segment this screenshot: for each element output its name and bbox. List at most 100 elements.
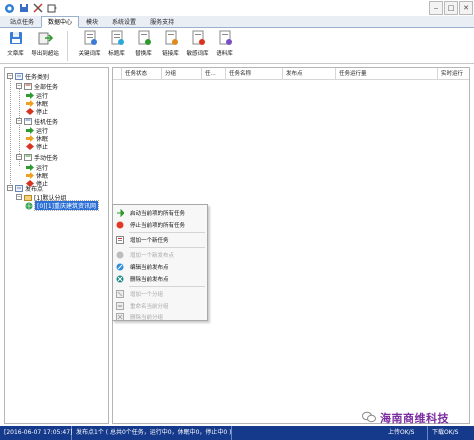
stop-arrow-icon <box>26 142 34 150</box>
grid-col-run-count[interactable]: 任务运行量 <box>335 68 437 80</box>
menu-add-publish-point[interactable]: 增加一个新发布点 <box>113 249 207 260</box>
add-group-icon <box>116 289 124 298</box>
keyword-db-icon <box>82 30 98 46</box>
replace-db-icon <box>136 30 152 46</box>
grid-col-select[interactable] <box>113 68 121 80</box>
status-upload: 上传OK/S <box>384 426 428 440</box>
link-db-button[interactable]: 链接库 <box>157 28 184 64</box>
tree-node-selected-site[interactable]: [0][1]重庆建筑资讯网 <box>25 199 99 211</box>
window-icon[interactable] <box>46 3 57 14</box>
title-bar: ‒ □ ✕ <box>0 0 474 16</box>
close-button[interactable]: ✕ <box>459 1 473 15</box>
sensitive-db-button[interactable]: 敏感词库 <box>184 28 211 64</box>
keyword-db-button[interactable]: 关键词库 <box>76 28 103 64</box>
menu-delete-group[interactable]: 删除当前分组 <box>113 311 207 322</box>
tools-icon[interactable] <box>32 3 43 14</box>
grid-col-group[interactable]: 分组 <box>161 68 201 80</box>
tree-node-publish-root[interactable]: − 发布点 <box>7 184 43 193</box>
article-db-icon <box>8 30 24 46</box>
tree-node-hang-stop[interactable]: 停止 <box>26 142 48 151</box>
run-arrow-icon <box>26 126 34 134</box>
corpus-db-icon <box>217 30 233 46</box>
status-time: [2016-06-07 17:05:47] <box>0 426 72 440</box>
article-db-button[interactable]: 文章库 <box>2 28 29 64</box>
task-folder-icon <box>24 117 32 125</box>
menu-separator <box>129 247 205 248</box>
collapse-toggle-icon[interactable]: − <box>16 118 22 124</box>
tree-node-task-category[interactable]: − 任务类别 <box>7 72 49 81</box>
maximize-button[interactable]: □ <box>444 1 458 15</box>
link-db-icon <box>163 30 179 46</box>
edit-publish-icon <box>116 263 124 271</box>
export-icon <box>37 30 54 46</box>
menu-separator <box>129 286 205 287</box>
sleep-arrow-icon <box>26 171 34 179</box>
ribbon-toolbar: 文章库 导出到超站 关键词库 标题库 替换库 链接库 敏感词库 语料库 <box>0 28 474 64</box>
delete-publish-icon <box>116 275 124 283</box>
sleep-arrow-icon <box>26 99 34 107</box>
context-menu: 启动当前项的所有任务 停止当前项的所有任务 增加一个新任务 增加一个新发布点 编… <box>112 204 208 321</box>
tab-site-tasks[interactable]: 站点任务 <box>3 16 41 28</box>
grid-col-publish-point[interactable]: 发布点 <box>282 68 335 80</box>
menu-rename-group[interactable]: 重命名当前分组 <box>113 300 207 311</box>
menu-separator <box>129 232 205 233</box>
collapse-toggle-icon[interactable]: − <box>7 185 13 191</box>
ribbon-separator <box>67 31 68 61</box>
delete-group-icon <box>116 312 124 321</box>
run-arrow-icon <box>26 163 34 171</box>
title-db-button[interactable]: 标题库 <box>103 28 130 64</box>
tab-data-center[interactable]: 数据中心 <box>41 16 80 28</box>
tree-node-hang-tasks[interactable]: − 挂机任务 <box>16 117 58 126</box>
menu-stop-all-tasks[interactable]: 停止当前项的所有任务 <box>113 219 207 230</box>
window-controls: ‒ □ ✕ <box>429 0 474 16</box>
minimize-button[interactable]: ‒ <box>429 1 443 15</box>
sensitive-db-icon <box>190 30 206 46</box>
collapse-toggle-icon[interactable]: − <box>16 194 22 200</box>
save-icon[interactable] <box>18 3 29 14</box>
menu-delete-publish-point[interactable]: 删除当前发布点 <box>113 273 207 284</box>
status-summary: 发布点1个 ( 总共0个任务，运行中0，休眠中0，停止中0 ) <box>72 426 232 440</box>
publish-list-icon <box>15 184 23 192</box>
grid-col-realtime[interactable]: 实时运行 <box>437 68 469 80</box>
stop-icon <box>116 221 124 229</box>
tree-node-manual-tasks[interactable]: − 手动任务 <box>16 153 58 162</box>
status-download: 下载OK/S <box>432 429 459 436</box>
title-db-icon <box>109 30 125 46</box>
app-logo-icon <box>4 3 15 14</box>
tab-modules[interactable]: 模块 <box>79 16 105 28</box>
watermark: 海南商维科技 <box>362 410 449 426</box>
grid-header: 任务状态 分组 任... 任务名称 发布点 任务运行量 实时运行 <box>113 68 469 80</box>
grid-col-status[interactable]: 任务状态 <box>121 68 161 80</box>
collapse-toggle-icon[interactable]: − <box>16 83 22 89</box>
stop-arrow-icon <box>26 107 34 115</box>
replace-db-button[interactable]: 替换库 <box>130 28 157 64</box>
collapse-toggle-icon[interactable]: − <box>16 154 22 160</box>
menu-start-all-tasks[interactable]: 启动当前项的所有任务 <box>113 207 207 218</box>
menu-tabs: 站点任务 数据中心 模块 系统设置 服务支持 <box>0 16 474 28</box>
task-tree-panel[interactable]: − 任务类别 − 全部任务 运行 休眠 停止 − 挂机任务 运行 休眠 停止 − <box>4 67 109 424</box>
tab-service-support[interactable]: 服务支持 <box>143 16 181 28</box>
tree-node-all-tasks[interactable]: − 全部任务 <box>16 82 58 91</box>
menu-add-group[interactable]: 增加一个分组 <box>113 288 207 299</box>
tab-system-settings[interactable]: 系统设置 <box>105 16 143 28</box>
tree-node-all-stop[interactable]: 停止 <box>26 107 48 116</box>
grid-col-task-name[interactable]: 任务名称 <box>225 68 282 80</box>
task-folder-icon <box>24 82 32 90</box>
run-arrow-icon <box>26 91 34 99</box>
grid-col-task-short[interactable]: 任... <box>201 68 225 80</box>
add-publish-icon <box>116 251 124 259</box>
rename-group-icon <box>116 301 124 310</box>
globe-icon <box>25 202 33 209</box>
sleep-arrow-icon <box>26 134 34 142</box>
watermark-text: 海南商维科技 <box>380 412 449 425</box>
menu-edit-publish-point[interactable]: 编辑当前发布点 <box>113 261 207 272</box>
menu-new-task[interactable]: 增加一个新任务 <box>113 234 207 245</box>
play-icon <box>116 208 124 217</box>
wechat-icon <box>362 411 376 425</box>
export-button[interactable]: 导出到超站 <box>29 28 61 64</box>
group-folder-icon <box>24 194 32 201</box>
corpus-db-button[interactable]: 语料库 <box>211 28 238 64</box>
collapse-toggle-icon[interactable]: − <box>7 73 13 79</box>
new-task-icon <box>116 235 124 244</box>
status-bar: [2016-06-07 17:05:47] 发布点1个 ( 总共0个任务，运行中… <box>0 426 474 440</box>
